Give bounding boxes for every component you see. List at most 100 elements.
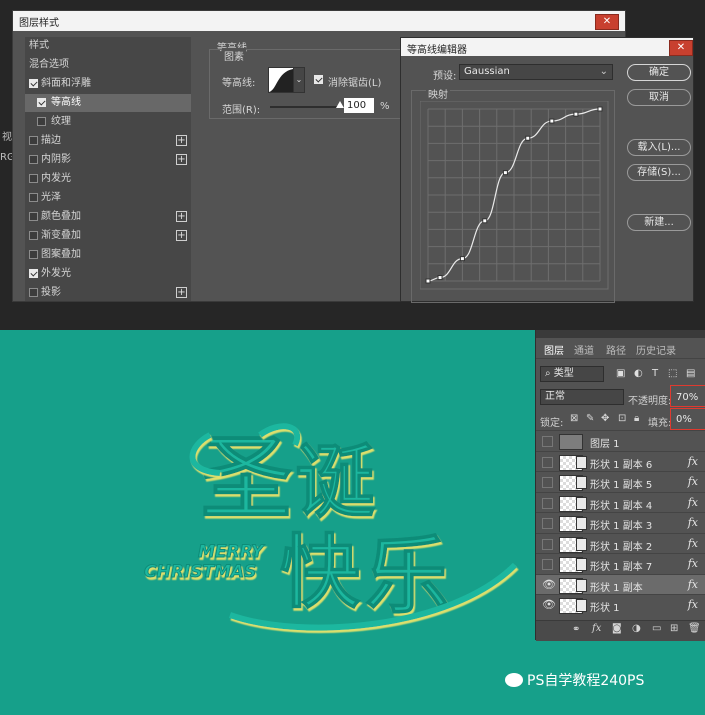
visibility-toggle[interactable] — [542, 538, 553, 550]
layer-row[interactable]: 形状 1 副本 3 fx — [536, 512, 705, 533]
eye-icon[interactable]: 👁︎ — [542, 578, 556, 591]
new-layer-icon[interactable]: ⊞ — [670, 623, 678, 634]
style-item[interactable]: 外发光 — [25, 265, 191, 283]
fx-icon[interactable]: fx — [688, 598, 698, 611]
curve-point[interactable] — [597, 106, 603, 112]
layer-row[interactable]: 形状 1 副本 4 fx — [536, 491, 705, 513]
image-filter-icon[interactable]: ▣ — [616, 368, 625, 379]
tab-layers[interactable]: 图层 — [544, 342, 564, 357]
fx-icon[interactable]: fx — [688, 475, 698, 488]
fx-icon[interactable]: fx — [688, 557, 698, 570]
add-effect-icon[interactable]: + — [176, 287, 187, 298]
style-checkbox[interactable] — [29, 288, 38, 297]
style-checkbox[interactable] — [29, 79, 38, 88]
folder-icon[interactable]: ▭ — [652, 623, 661, 634]
style-checkbox[interactable] — [29, 193, 38, 202]
visibility-toggle[interactable] — [542, 497, 553, 509]
type-filter-icon[interactable]: T — [652, 368, 658, 379]
curve-point[interactable] — [459, 256, 465, 262]
chevron-down-icon[interactable]: ⌄ — [293, 67, 305, 93]
visibility-toggle[interactable] — [542, 456, 553, 468]
cancel-button[interactable]: 取消 — [627, 89, 691, 106]
add-effect-icon[interactable]: + — [176, 211, 187, 222]
layer-row[interactable]: 👁︎ 形状 1 副本 fx — [536, 573, 705, 595]
add-effect-icon[interactable]: + — [176, 154, 187, 165]
range-slider-handle[interactable] — [336, 101, 344, 108]
style-item[interactable]: 纹理 — [25, 113, 191, 131]
visibility-toggle[interactable] — [542, 518, 553, 529]
contour-graph[interactable] — [420, 101, 610, 296]
style-item[interactable]: 混合选项 — [25, 56, 191, 74]
visibility-toggle[interactable] — [542, 436, 553, 447]
close-button[interactable]: ✕ — [669, 40, 693, 56]
style-item[interactable]: 投影 + — [25, 284, 191, 302]
load-button[interactable]: 载入(L)... — [627, 139, 691, 156]
style-item[interactable]: 光泽 — [25, 189, 191, 207]
style-checkbox[interactable] — [29, 269, 38, 278]
antialias-checkbox[interactable] — [314, 75, 323, 84]
lock-paint-icon[interactable]: ✎ — [586, 413, 594, 424]
style-checkbox[interactable] — [29, 212, 38, 221]
style-checkbox[interactable] — [29, 136, 38, 145]
tab-paths[interactable]: 路径 — [606, 342, 626, 357]
fx-icon[interactable]: fx — [688, 516, 698, 529]
fx-icon[interactable]: fx — [688, 578, 698, 591]
style-item[interactable]: 内阴影 + — [25, 151, 191, 169]
panel-grip[interactable] — [536, 330, 705, 338]
range-input[interactable]: 100 — [344, 98, 374, 113]
layer-row[interactable]: 形状 1 副本 2 fx — [536, 532, 705, 554]
visibility-toggle[interactable] — [542, 477, 553, 488]
style-item[interactable]: 斜面和浮雕 — [25, 75, 191, 93]
contour-thumbnail[interactable] — [268, 67, 294, 93]
tab-history[interactable]: 历史记录 — [636, 342, 676, 357]
close-button[interactable]: ✕ — [595, 14, 619, 30]
lock-icon[interactable]: 🔒︎ — [634, 413, 639, 424]
style-checkbox[interactable] — [29, 155, 38, 164]
adjustment-filter-icon[interactable]: ◐ — [634, 368, 643, 379]
style-item[interactable]: 渐变叠加 + — [25, 227, 191, 245]
style-checkbox[interactable] — [29, 231, 38, 240]
shape-filter-icon[interactable]: ⬚ — [668, 368, 677, 379]
style-item[interactable]: 内发光 — [25, 170, 191, 188]
curve-point[interactable] — [549, 118, 555, 124]
link-icon[interactable]: ⚭ — [572, 624, 580, 635]
style-item[interactable]: 描边 + — [25, 132, 191, 150]
layer-row[interactable]: 形状 1 副本 6 fx — [536, 450, 705, 472]
add-effect-icon[interactable]: + — [176, 230, 187, 241]
smart-filter-icon[interactable]: ▤ — [686, 368, 695, 379]
style-item[interactable]: 样式 — [25, 37, 191, 55]
filter-select[interactable]: ⌕ 类型 — [540, 366, 604, 382]
curve-point[interactable] — [573, 111, 579, 117]
fx-icon[interactable]: fx — [688, 537, 698, 550]
artboard-icon[interactable]: ⊡ — [618, 413, 626, 424]
save-button[interactable]: 存储(S)... — [627, 164, 691, 181]
style-item[interactable]: 图案叠加 — [25, 246, 191, 264]
blend-mode-select[interactable]: 正常 — [540, 389, 624, 405]
lock-move-icon[interactable]: ✥ — [601, 413, 609, 424]
style-checkbox[interactable] — [29, 250, 38, 259]
curve-point[interactable] — [482, 218, 488, 224]
trash-icon[interactable]: 🗑︎ — [688, 623, 701, 634]
curve-point[interactable] — [437, 275, 443, 281]
adjustment-icon[interactable]: ◑ — [632, 623, 641, 634]
style-checkbox[interactable] — [37, 98, 46, 107]
style-checkbox[interactable] — [29, 174, 38, 183]
fx-icon[interactable]: fx — [592, 623, 601, 634]
layer-row[interactable]: 👁︎ 形状 1 fx — [536, 594, 705, 615]
tab-channels[interactable]: 通道 — [574, 342, 594, 357]
mask-icon[interactable]: ◙ — [612, 623, 622, 634]
layer-row[interactable]: 形状 1 副本 5 fx — [536, 471, 705, 492]
preset-select[interactable]: Gaussian ⌄ — [459, 64, 613, 80]
add-effect-icon[interactable]: + — [176, 135, 187, 146]
eye-icon[interactable]: 👁︎ — [542, 599, 556, 611]
fx-icon[interactable]: fx — [688, 496, 698, 509]
curve-point[interactable] — [502, 170, 508, 176]
new-button[interactable]: 新建... — [627, 214, 691, 231]
style-item[interactable]: 等高线 — [25, 94, 191, 112]
curve-point[interactable] — [425, 278, 431, 284]
lock-transparent-icon[interactable]: ⊠ — [570, 413, 578, 424]
style-checkbox[interactable] — [37, 117, 46, 126]
style-item[interactable]: 颜色叠加 + — [25, 208, 191, 226]
visibility-toggle[interactable] — [542, 559, 553, 570]
ok-button[interactable]: 确定 — [627, 64, 691, 81]
